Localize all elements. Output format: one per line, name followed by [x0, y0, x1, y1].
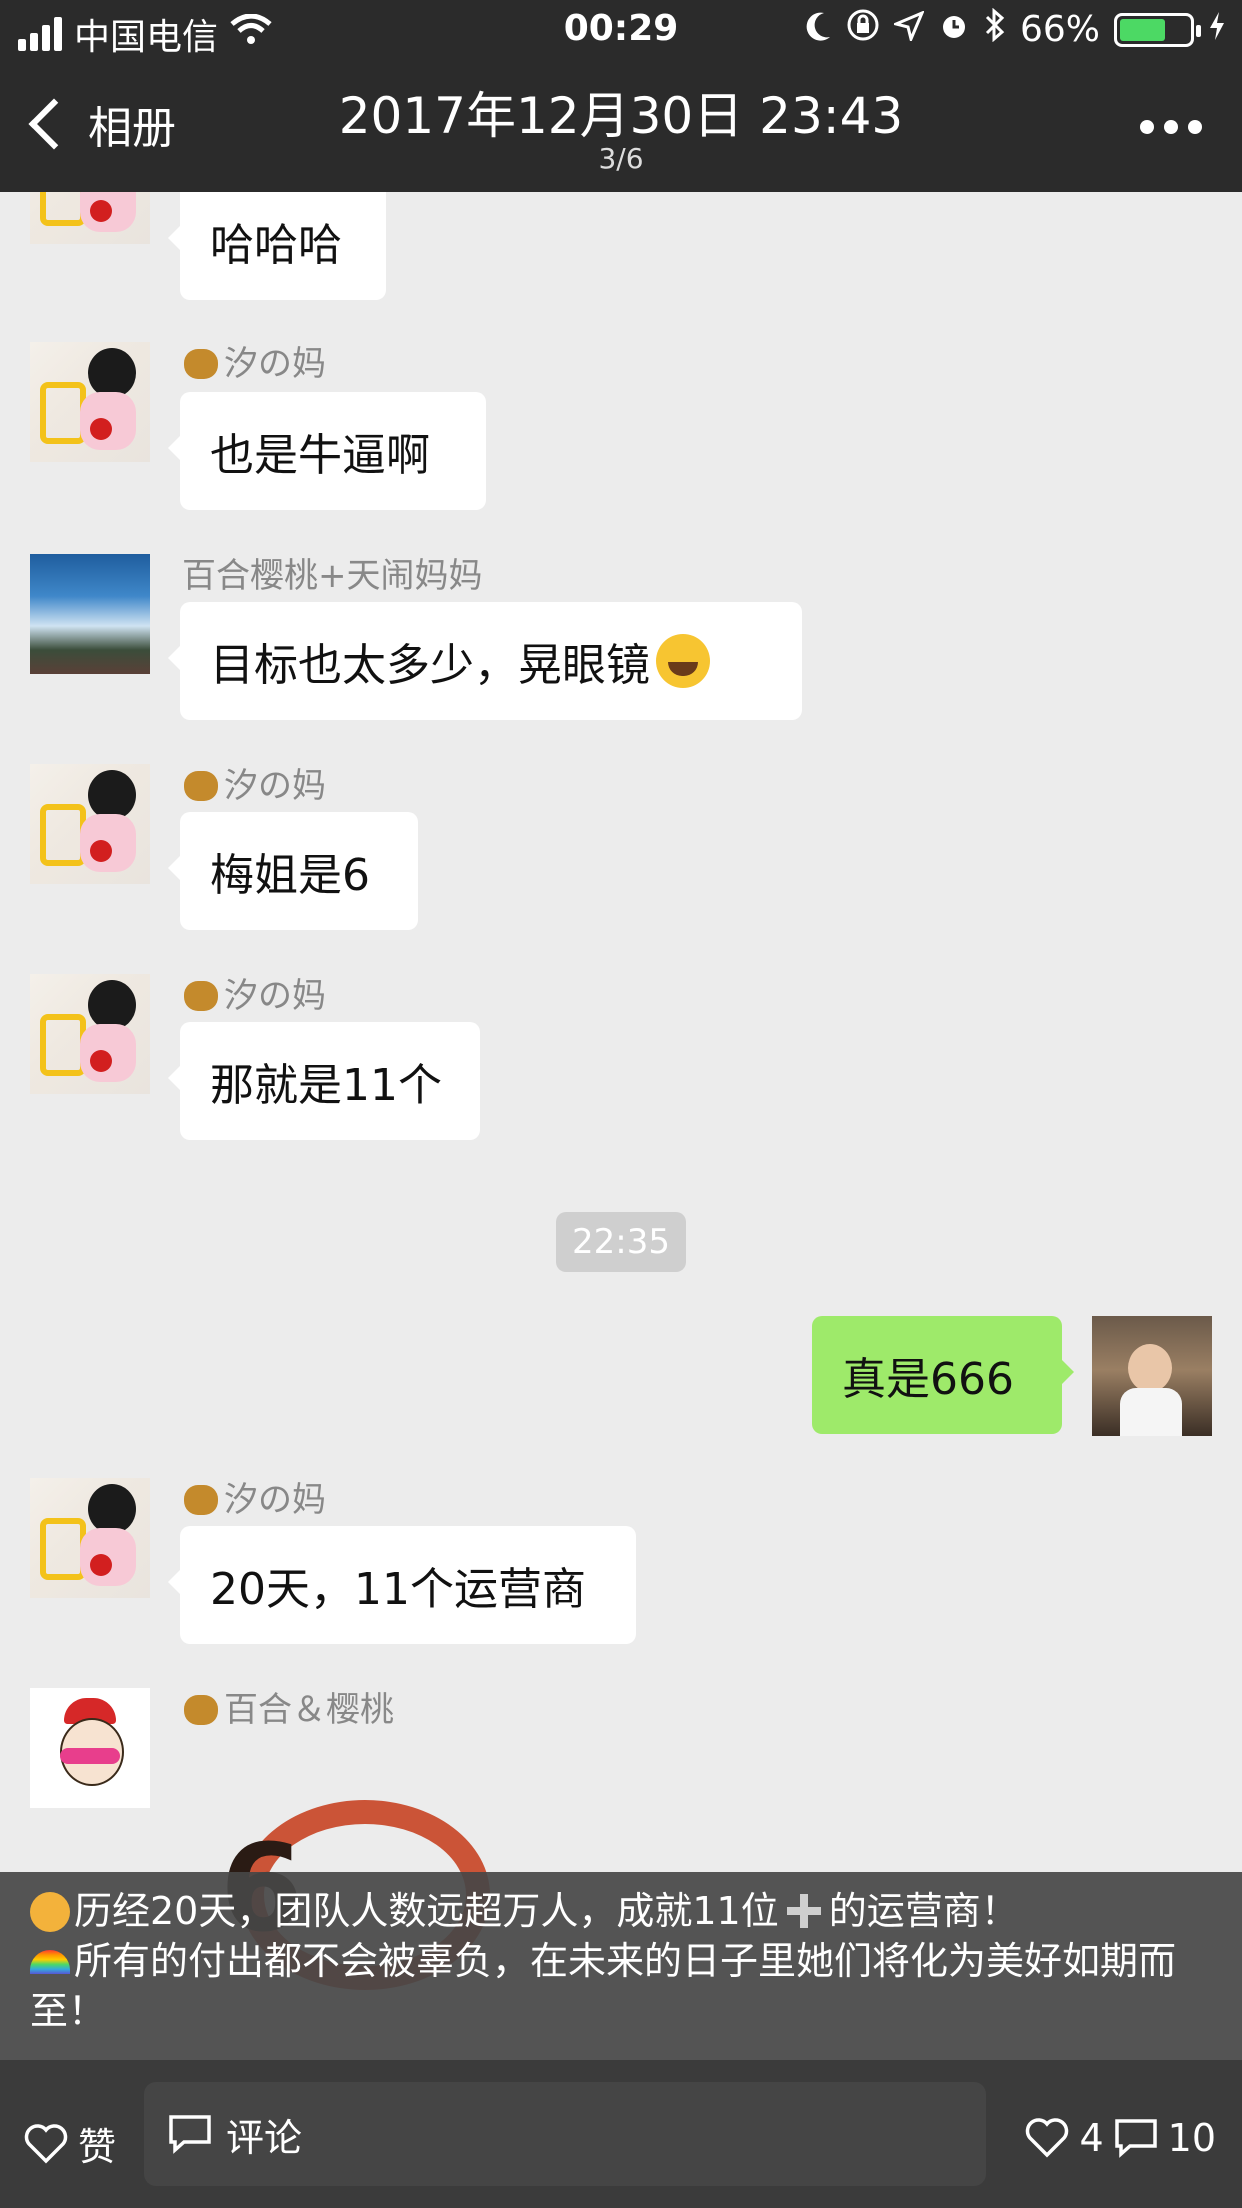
like-label: 赞 [78, 2125, 117, 2169]
sender-name: 百合樱桃+天闹妈妈 [182, 556, 483, 596]
timestamp: 22:35 [556, 1212, 686, 1272]
chat-bubble-outgoing: 真是666 [812, 1316, 1074, 1434]
heart-icon [1025, 2118, 1069, 2158]
bottom-toolbar: 赞 评论 4 10 [0, 2060, 1242, 2208]
chat-image[interactable]: 哈哈哈 汐の妈 也是牛逼啊 百合樱桃+天闹妈妈 目标也太多少，晃眼镜 汐の妈 梅… [0, 192, 1242, 1872]
caption-line-2: 所有的付出都不会被辜负，在未来的日子里她们将化为美好如期而至！ [30, 1939, 1177, 2033]
chat-bubble: 梅姐是6 [168, 812, 418, 930]
battery-icon [1114, 12, 1201, 47]
peanut-icon [184, 349, 218, 379]
peanut-icon [184, 981, 218, 1011]
avatar [30, 764, 150, 884]
avatar [30, 342, 150, 462]
rotation-lock-icon [846, 8, 880, 51]
chat-bubble: 哈哈哈 [168, 192, 386, 300]
comment-label: 评论 [226, 2115, 303, 2160]
rainbow-emoji-icon [30, 1950, 70, 1974]
plus-emoji-icon [786, 1894, 821, 1928]
like-button[interactable]: 赞 [24, 2116, 116, 2171]
bluetooth-icon [984, 7, 1006, 51]
caption-line-1: 历经20天，团队人数远超万人，成就11位 的运营商！ [30, 1886, 1212, 1936]
more-button[interactable] [1140, 120, 1202, 134]
page-title: 2017年12月30日 23:43 [338, 87, 904, 145]
smug-face-emoji-icon [30, 1892, 70, 1932]
chat-bubble: 20天，11个运营商 [168, 1526, 636, 1644]
location-icon [891, 9, 925, 50]
comment-count: 10 [1167, 2116, 1216, 2160]
avatar [30, 1478, 150, 1598]
reaction-counts[interactable]: 4 10 [1025, 2116, 1216, 2160]
avatar [1092, 1316, 1212, 1436]
photo-counter: 3/6 [598, 142, 644, 175]
battery-percent: 66% [1019, 9, 1100, 50]
laughing-emoji-icon [656, 634, 710, 688]
chat-bubble: 那就是11个 [168, 1022, 480, 1140]
photo-caption: 历经20天，团队人数远超万人，成就11位 的运营商！ 所有的付出都不会被辜负，在未… [0, 1872, 1242, 2060]
comment-icon [1114, 2118, 1158, 2158]
sender-name: 汐の妈 [184, 758, 326, 807]
bubble-text: 目标也太多少，晃眼镜 [210, 640, 650, 691]
peanut-icon [184, 1695, 218, 1725]
more-icon [1140, 120, 1154, 134]
sender-name: 汐の妈 [184, 336, 326, 385]
heart-icon [24, 2123, 68, 2164]
avatar [30, 974, 150, 1094]
chat-bubble: 目标也太多少，晃眼镜 [168, 602, 802, 720]
status-bar: 中国电信 00:29 66% [0, 0, 1242, 62]
moon-icon [806, 9, 832, 50]
like-count: 4 [1079, 2116, 1104, 2160]
peanut-icon [184, 1485, 218, 1515]
comment-button[interactable]: 评论 [144, 2082, 986, 2186]
alarm-icon [938, 9, 970, 50]
nav-bar: 相册 2017年12月30日 23:43 3/6 [0, 62, 1242, 192]
avatar [30, 554, 150, 674]
avatar [30, 192, 150, 244]
avatar [30, 1688, 150, 1808]
sender-name: 汐の妈 [184, 1472, 326, 1521]
charging-icon [1208, 9, 1226, 50]
sender-name: 百合＆樱桃 [184, 1682, 394, 1731]
peanut-icon [184, 771, 218, 801]
chat-bubble: 也是牛逼啊 [168, 392, 486, 510]
comment-icon [168, 2114, 212, 2154]
sender-name: 汐の妈 [184, 968, 326, 1017]
